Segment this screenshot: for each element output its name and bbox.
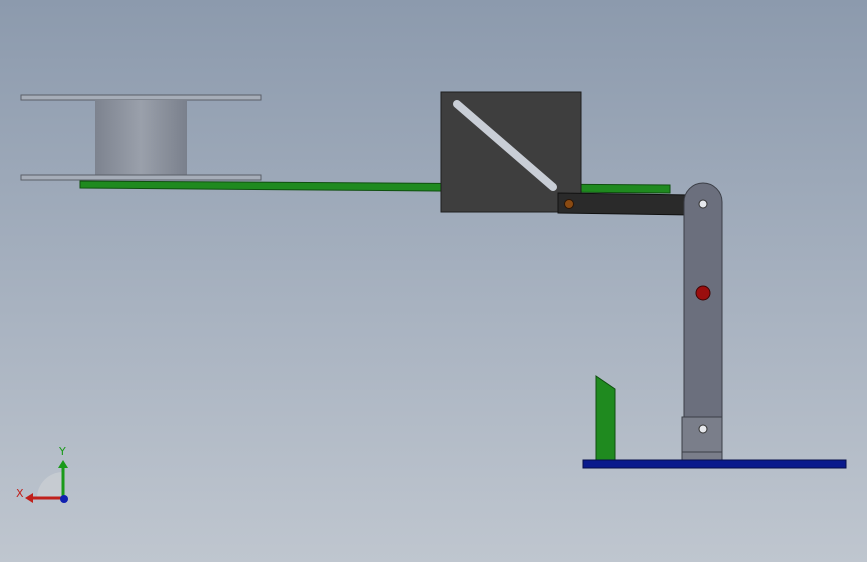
arm-bracket[interactable] [681, 416, 723, 461]
triad-plane [37, 472, 63, 498]
assembly-scene[interactable]: X Y [0, 0, 867, 562]
x-axis-arrow-icon [25, 493, 33, 503]
link-pin-orange [564, 199, 574, 209]
spool-top-flange [20, 94, 262, 101]
spool[interactable] [20, 94, 262, 181]
x-axis-label: X [16, 487, 24, 500]
spool-bottom-flange [20, 174, 262, 181]
z-axis-dot [60, 495, 68, 503]
coordinate-triad: X Y [16, 445, 68, 503]
y-axis-arrow-icon [58, 460, 68, 468]
arm-bottom-hole [698, 424, 708, 434]
base-plate[interactable] [582, 459, 847, 469]
green-flap[interactable] [595, 375, 616, 461]
arm-bracket-body [681, 416, 723, 461]
link-bar[interactable] [557, 192, 691, 216]
lever-arm-body [683, 182, 723, 441]
spool-hub [95, 100, 187, 176]
arm-top-hole [698, 199, 708, 209]
arm-pivot-pin-red [695, 285, 711, 301]
lever-arm[interactable] [683, 182, 723, 441]
y-axis-label: Y [58, 445, 66, 458]
model-viewport[interactable]: X Y [0, 0, 867, 562]
